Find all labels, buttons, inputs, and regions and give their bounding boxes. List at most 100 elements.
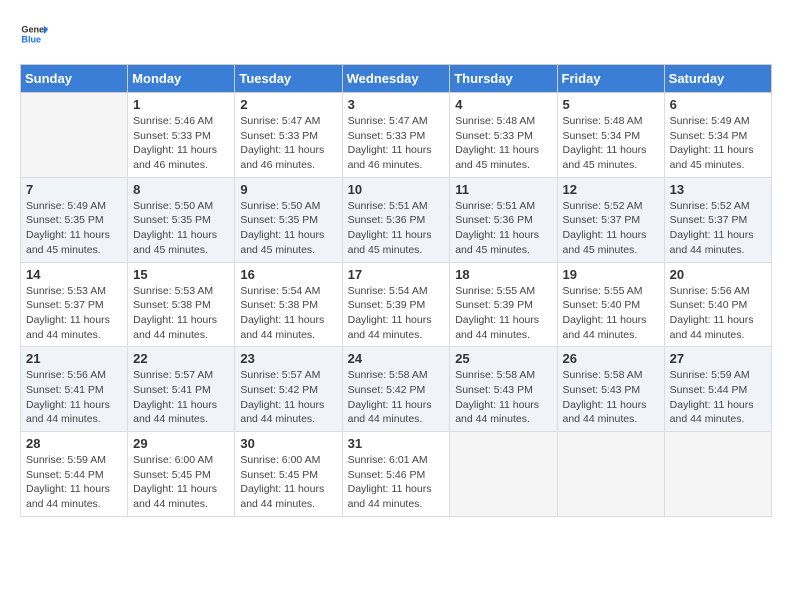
header-tuesday: Tuesday (235, 65, 342, 93)
day-info: Sunrise: 5:55 AMSunset: 5:39 PMDaylight:… (455, 284, 551, 343)
calendar-week-5: 28 Sunrise: 5:59 AMSunset: 5:44 PMDayligh… (21, 432, 772, 517)
day-info: Sunrise: 5:48 AMSunset: 5:33 PMDaylight:… (455, 114, 551, 173)
day-number: 9 (240, 182, 336, 197)
logo: General Blue (20, 20, 52, 48)
calendar-header-row: SundayMondayTuesdayWednesdayThursdayFrid… (21, 65, 772, 93)
logo-icon: General Blue (20, 20, 48, 48)
day-info: Sunrise: 5:49 AMSunset: 5:34 PMDaylight:… (670, 114, 766, 173)
calendar-cell: 14 Sunrise: 5:53 AMSunset: 5:37 PMDayligh… (21, 262, 128, 347)
day-info: Sunrise: 5:56 AMSunset: 5:40 PMDaylight:… (670, 284, 766, 343)
calendar-cell: 21 Sunrise: 5:56 AMSunset: 5:41 PMDayligh… (21, 347, 128, 432)
day-number: 4 (455, 97, 551, 112)
calendar-cell: 22Sunrise: 5:57 AMSunset: 5:41 PMDayligh… (128, 347, 235, 432)
day-number: 29 (133, 436, 229, 451)
calendar-cell: 29 Sunrise: 6:00 AMSunset: 5:45 PMDayligh… (128, 432, 235, 517)
calendar-cell: 5Sunrise: 5:48 AMSunset: 5:34 PMDaylight… (557, 93, 664, 178)
calendar-cell: 13 Sunrise: 5:52 AMSunset: 5:37 PMDayligh… (664, 177, 771, 262)
calendar-cell: 1 Sunrise: 5:46 AMSunset: 5:33 PMDaylight… (128, 93, 235, 178)
day-number: 16 (240, 267, 336, 282)
calendar-cell: 23 Sunrise: 5:57 AMSunset: 5:42 PMDayligh… (235, 347, 342, 432)
day-number: 25 (455, 351, 551, 366)
calendar-cell (21, 93, 128, 178)
calendar-cell: 6 Sunrise: 5:49 AMSunset: 5:34 PMDaylight… (664, 93, 771, 178)
calendar-cell: 15 Sunrise: 5:53 AMSunset: 5:38 PMDayligh… (128, 262, 235, 347)
day-info: Sunrise: 5:59 AMSunset: 5:44 PMDaylight:… (670, 368, 766, 427)
day-info: Sunrise: 5:58 AMSunset: 5:43 PMDaylight:… (455, 368, 551, 427)
day-info: Sunrise: 5:55 AMSunset: 5:40 PMDaylight:… (563, 284, 659, 343)
day-number: 28 (26, 436, 122, 451)
header-monday: Monday (128, 65, 235, 93)
day-number: 2 (240, 97, 336, 112)
day-number: 11 (455, 182, 551, 197)
day-number: 22 (133, 351, 229, 366)
calendar-cell: 28 Sunrise: 5:59 AMSunset: 5:44 PMDayligh… (21, 432, 128, 517)
day-info: Sunrise: 5:52 AMSunset: 5:37 PMDaylight:… (563, 199, 659, 258)
calendar-cell: 31 Sunrise: 6:01 AMSunset: 5:46 PMDayligh… (342, 432, 450, 517)
day-info: Sunrise: 5:56 AMSunset: 5:41 PMDaylight:… (26, 368, 122, 427)
day-info: Sunrise: 5:47 AMSunset: 5:33 PMDaylight:… (240, 114, 336, 173)
calendar-cell: 10 Sunrise: 5:51 AMSunset: 5:36 PMDayligh… (342, 177, 450, 262)
calendar-cell: 9 Sunrise: 5:50 AMSunset: 5:35 PMDaylight… (235, 177, 342, 262)
header-thursday: Thursday (450, 65, 557, 93)
day-number: 31 (348, 436, 445, 451)
day-number: 26 (563, 351, 659, 366)
calendar-cell (557, 432, 664, 517)
calendar-cell: 27 Sunrise: 5:59 AMSunset: 5:44 PMDayligh… (664, 347, 771, 432)
day-number: 19 (563, 267, 659, 282)
day-info: Sunrise: 5:57 AMSunset: 5:42 PMDaylight:… (240, 368, 336, 427)
day-info: Sunrise: 5:50 AMSunset: 5:35 PMDaylight:… (133, 199, 229, 258)
day-info: Sunrise: 6:00 AMSunset: 5:45 PMDaylight:… (240, 453, 336, 512)
calendar-cell: 8 Sunrise: 5:50 AMSunset: 5:35 PMDaylight… (128, 177, 235, 262)
day-number: 1 (133, 97, 229, 112)
header-friday: Friday (557, 65, 664, 93)
day-info: Sunrise: 5:58 AMSunset: 5:42 PMDaylight:… (348, 368, 445, 427)
day-number: 15 (133, 267, 229, 282)
calendar-table: SundayMondayTuesdayWednesdayThursdayFrid… (20, 64, 772, 517)
svg-text:Blue: Blue (21, 34, 41, 44)
day-number: 24 (348, 351, 445, 366)
day-info: Sunrise: 5:46 AMSunset: 5:33 PMDaylight:… (133, 114, 229, 173)
day-number: 13 (670, 182, 766, 197)
header-sunday: Sunday (21, 65, 128, 93)
day-number: 14 (26, 267, 122, 282)
day-info: Sunrise: 5:47 AMSunset: 5:33 PMDaylight:… (348, 114, 445, 173)
calendar-cell: 26Sunrise: 5:58 AMSunset: 5:43 PMDayligh… (557, 347, 664, 432)
day-number: 12 (563, 182, 659, 197)
day-info: Sunrise: 6:01 AMSunset: 5:46 PMDaylight:… (348, 453, 445, 512)
day-number: 8 (133, 182, 229, 197)
day-info: Sunrise: 5:59 AMSunset: 5:44 PMDaylight:… (26, 453, 122, 512)
day-number: 6 (670, 97, 766, 112)
day-info: Sunrise: 5:53 AMSunset: 5:37 PMDaylight:… (26, 284, 122, 343)
page-header: General Blue (20, 20, 772, 48)
calendar-cell: 17 Sunrise: 5:54 AMSunset: 5:39 PMDayligh… (342, 262, 450, 347)
calendar-cell: 7Sunrise: 5:49 AMSunset: 5:35 PMDaylight… (21, 177, 128, 262)
day-number: 23 (240, 351, 336, 366)
day-number: 21 (26, 351, 122, 366)
day-number: 27 (670, 351, 766, 366)
calendar-cell: 24 Sunrise: 5:58 AMSunset: 5:42 PMDayligh… (342, 347, 450, 432)
day-info: Sunrise: 5:54 AMSunset: 5:39 PMDaylight:… (348, 284, 445, 343)
calendar-cell: 4 Sunrise: 5:48 AMSunset: 5:33 PMDaylight… (450, 93, 557, 178)
header-wednesday: Wednesday (342, 65, 450, 93)
day-info: Sunrise: 5:51 AMSunset: 5:36 PMDaylight:… (348, 199, 445, 258)
calendar-cell (664, 432, 771, 517)
day-info: Sunrise: 5:50 AMSunset: 5:35 PMDaylight:… (240, 199, 336, 258)
calendar-cell: 25 Sunrise: 5:58 AMSunset: 5:43 PMDayligh… (450, 347, 557, 432)
day-number: 7 (26, 182, 122, 197)
calendar-week-4: 21 Sunrise: 5:56 AMSunset: 5:41 PMDayligh… (21, 347, 772, 432)
day-info: Sunrise: 5:51 AMSunset: 5:36 PMDaylight:… (455, 199, 551, 258)
calendar-week-2: 7Sunrise: 5:49 AMSunset: 5:35 PMDaylight… (21, 177, 772, 262)
calendar-cell: 19 Sunrise: 5:55 AMSunset: 5:40 PMDayligh… (557, 262, 664, 347)
day-number: 5 (563, 97, 659, 112)
day-info: Sunrise: 6:00 AMSunset: 5:45 PMDaylight:… (133, 453, 229, 512)
calendar-cell (450, 432, 557, 517)
day-number: 17 (348, 267, 445, 282)
calendar-cell: 3Sunrise: 5:47 AMSunset: 5:33 PMDaylight… (342, 93, 450, 178)
day-number: 18 (455, 267, 551, 282)
day-number: 10 (348, 182, 445, 197)
day-info: Sunrise: 5:53 AMSunset: 5:38 PMDaylight:… (133, 284, 229, 343)
calendar-cell: 30Sunrise: 6:00 AMSunset: 5:45 PMDayligh… (235, 432, 342, 517)
day-info: Sunrise: 5:52 AMSunset: 5:37 PMDaylight:… (670, 199, 766, 258)
calendar-cell: 20Sunrise: 5:56 AMSunset: 5:40 PMDayligh… (664, 262, 771, 347)
calendar-cell: 16Sunrise: 5:54 AMSunset: 5:38 PMDayligh… (235, 262, 342, 347)
